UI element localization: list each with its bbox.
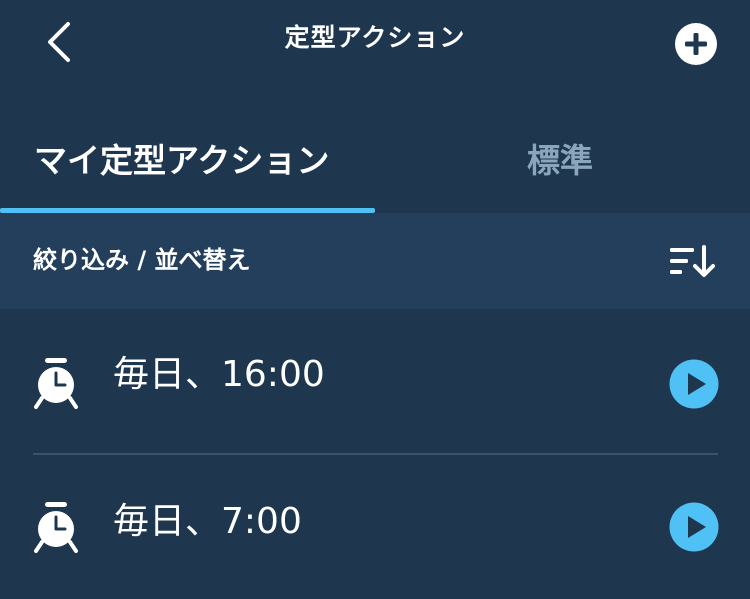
play-icon bbox=[669, 502, 719, 552]
sort-descending-icon bbox=[670, 245, 715, 277]
page-title: 定型アクション bbox=[284, 23, 466, 52]
tab-label: 標準 bbox=[527, 141, 593, 180]
tab-label: マイ定型アクション bbox=[34, 141, 330, 180]
filter-bar: 絞り込み / 並べ替え bbox=[0, 213, 750, 309]
alarm-clock-icon bbox=[34, 358, 78, 410]
play-button[interactable] bbox=[669, 359, 719, 409]
list-item[interactable]: 毎日、16:00 bbox=[0, 309, 750, 454]
filter-sort-button[interactable]: 絞り込み / 並べ替え bbox=[33, 240, 250, 275]
tab-my-routines[interactable]: マイ定型アクション bbox=[0, 110, 375, 214]
plus-circle-icon bbox=[675, 23, 717, 65]
add-routine-button[interactable] bbox=[674, 22, 718, 66]
list-divider bbox=[33, 453, 718, 455]
list-item[interactable]: 毎日、7:00 bbox=[0, 454, 750, 599]
header: 定型アクション bbox=[0, 0, 750, 90]
sort-button[interactable] bbox=[668, 243, 718, 283]
alarm-clock-icon bbox=[34, 502, 78, 554]
tab-standard[interactable]: 標準 bbox=[375, 110, 750, 214]
tab-bar: マイ定型アクション 標準 bbox=[0, 110, 750, 214]
routine-label: 毎日、7:00 bbox=[113, 501, 302, 542]
play-button[interactable] bbox=[669, 502, 719, 552]
play-icon bbox=[669, 359, 719, 409]
routine-label: 毎日、16:00 bbox=[113, 354, 325, 395]
